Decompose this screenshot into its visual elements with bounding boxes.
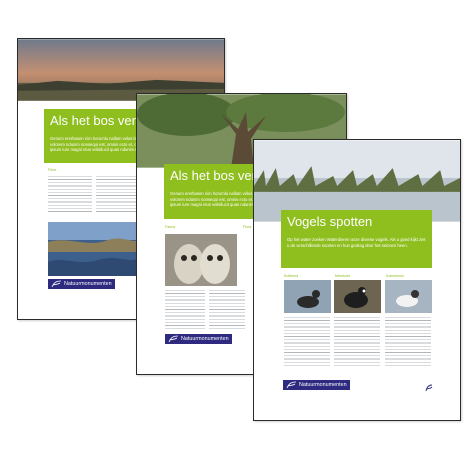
body-text <box>96 176 140 214</box>
natuurmonumenten-logo-icon <box>51 280 62 288</box>
body-text <box>385 317 431 367</box>
body-text <box>165 290 205 330</box>
wetland-photo <box>48 222 140 276</box>
natuurmonumenten-logo-icon <box>168 335 179 343</box>
natuurmonumenten-logo: Natuurmonumenten <box>48 279 115 289</box>
body-text <box>334 317 380 367</box>
column-label: Fleur <box>48 168 57 172</box>
body-text <box>284 317 330 367</box>
column-label: Fauna <box>165 225 176 229</box>
natuurmonumenten-emblem-icon <box>425 384 433 392</box>
logo-text: Natuurmonumenten <box>299 382 347 388</box>
column-label: Kokmeeuw <box>386 274 404 278</box>
bird-photo <box>334 280 381 313</box>
column-label: Kuifeend <box>284 274 299 278</box>
natuurmonumenten-logo-icon <box>286 381 297 389</box>
bird-photo <box>284 280 331 313</box>
bird-photo <box>385 280 432 313</box>
page-title: Vogels spotten <box>287 214 373 229</box>
logo-text: Natuurmonumenten <box>181 336 229 342</box>
natuurmonumenten-logo: Natuurmonumenten <box>165 334 232 344</box>
logo-text: Natuurmonumenten <box>64 281 112 287</box>
intro-text: Op het water zoeken Waterdieren onze div… <box>287 237 426 248</box>
body-text <box>48 176 92 214</box>
landscape-photo <box>18 39 224 101</box>
column-label: Flora <box>243 225 252 229</box>
owl-photo <box>165 234 237 286</box>
natuurmonumenten-logo: Natuurmonumenten <box>283 380 350 390</box>
body-text <box>209 290 245 330</box>
column-label: Meerkoet <box>335 274 350 278</box>
document-page-3: Vogels spotten Op het water zoeken Water… <box>253 139 461 421</box>
title-band: Vogels spotten Op het water zoeken Water… <box>281 210 432 268</box>
